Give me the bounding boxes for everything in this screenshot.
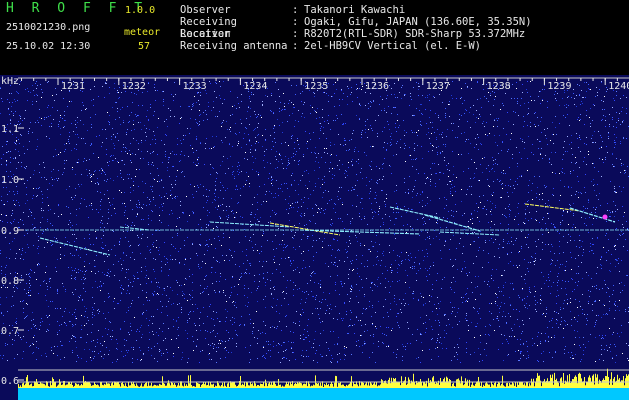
meteor-count: 57 — [138, 41, 151, 52]
histogram-base — [18, 388, 629, 400]
x-tick-label: 1240 — [608, 81, 629, 92]
meteor-label: meteor — [124, 27, 161, 38]
x-tick-label: 1232 — [122, 81, 146, 92]
x-tick-label: 1233 — [183, 81, 207, 92]
info-value: R820T2(RTL-SDR) SDR-Sharp 53.372MHz — [304, 28, 526, 40]
y-tick-label: 1.1 — [1, 124, 19, 135]
info-value: Ogaki, Gifu, JAPAN (136.60E, 35.35N) — [304, 16, 532, 28]
info-separator: : — [292, 4, 299, 16]
x-tick-label: 1238 — [487, 81, 511, 92]
x-tick-label: 1234 — [243, 81, 267, 92]
app-version: 1.0.0 — [125, 5, 156, 16]
file-name: 2510021230.png — [6, 22, 91, 33]
spectrogram: 1231 1232 1233 1234 1235 1236 1237 1238 1239 1240… — [0, 75, 629, 400]
station-info: Observer: Takanori Kawachi Receiving Loca… — [180, 4, 532, 52]
info-key: Receiving Location — [180, 16, 237, 40]
y-tick-label: 0.7 — [1, 326, 19, 337]
info-value: Takanori Kawachi — [304, 4, 406, 16]
info-key: Receiving antenna — [180, 40, 288, 52]
info-row-location: Receiving Location: Ogaki, Gifu, JAPAN (1… — [180, 16, 532, 40]
info-separator: : — [292, 28, 299, 40]
info-row-antenna: Receiving antenna:2el-HB9CV Vertical (el… — [180, 40, 532, 52]
info-row-observer: Observer: Takanori Kawachi — [180, 4, 532, 16]
y-tick-label: 0.6 — [1, 376, 19, 387]
x-tick-label: 1237 — [426, 81, 450, 92]
y-tick-label: 1.0 — [1, 175, 19, 186]
x-tick-label: 1235 — [304, 81, 328, 92]
info-row-receiver: Receiver: R820T2(RTL-SDR) SDR-Sharp 53.37… — [180, 28, 532, 40]
x-tick-label: 1236 — [365, 81, 389, 92]
y-tick-label: 0.8 — [1, 276, 19, 287]
trace-hotspot — [602, 214, 608, 220]
y-unit-label: kHz — [1, 76, 20, 87]
info-separator: : — [292, 40, 299, 52]
date-time: 25.10.02 12:30 — [6, 41, 91, 52]
y-tick-label: 0.9 — [1, 226, 19, 237]
info-separator: : — [292, 16, 299, 28]
x-tick-label: 1239 — [547, 81, 571, 92]
info-key: Receiver — [180, 28, 231, 40]
info-key: Observer — [180, 4, 231, 16]
info-value: 2el-HB9CV Vertical (el. E-W) — [304, 40, 482, 52]
x-tick-label: 1231 — [61, 81, 85, 92]
